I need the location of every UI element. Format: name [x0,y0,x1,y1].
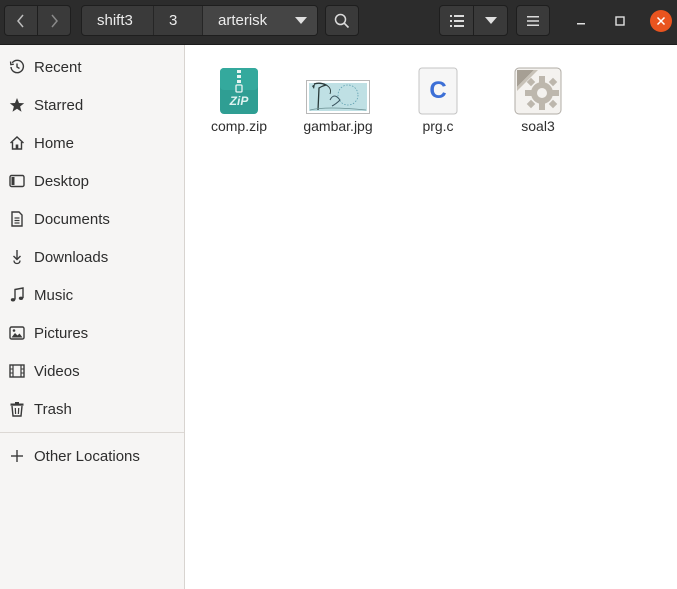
search-button[interactable] [325,5,359,36]
sidebar-item-starred[interactable]: Starred [0,86,184,124]
file-item[interactable]: soal3 [490,67,586,157]
star-icon [9,98,25,112]
hamburger-icon [527,15,539,26]
back-button[interactable] [4,5,38,36]
sidebar-item-label: Recent [34,58,82,76]
sidebar-item-label: Documents [34,210,110,228]
file-item[interactable]: ZiP comp.zip [191,67,287,157]
clock-icon [9,59,25,74]
music-icon [10,287,24,302]
home-icon [10,136,24,150]
svg-text:C: C [429,77,446,104]
file-item[interactable]: C prg.c [390,67,486,157]
close-icon [656,16,666,26]
sidebar-item-label: Other Locations [34,447,140,465]
download-icon [13,250,21,265]
sidebar-item-home[interactable]: Home [0,124,184,162]
breadcrumb: shift3 3 arterisk [81,5,318,36]
sidebar-item-label: Starred [34,96,84,114]
file-name: gambar.jpg [303,118,373,134]
sidebar-item-trash[interactable]: Trash [0,390,184,428]
sidebar: Recent Starred Home Desktop Documents Do… [0,45,185,589]
search-icon [334,13,350,28]
view-options-button[interactable] [473,5,508,36]
menu-button[interactable] [516,5,550,36]
sidebar-item-documents[interactable]: Documents [0,200,184,238]
header-bar: shift3 3 arterisk [0,0,677,45]
maximize-icon [615,16,625,26]
sidebar-item-label: Desktop [34,172,90,190]
sidebar-item-label: Home [34,134,75,152]
breadcrumb-item[interactable]: shift3 [82,6,154,35]
file-item[interactable]: gambar.jpg [290,67,386,157]
file-name: prg.c [422,118,454,134]
forward-button[interactable] [37,5,71,36]
file-view[interactable]: ZiP comp.zip gambar.jpg C prg.c soal3 [185,45,677,589]
minimize-icon [577,23,585,25]
sidebar-item-pictures[interactable]: Pictures [0,314,184,352]
chevron-left-icon [17,14,24,27]
sidebar-item-music[interactable]: Music [0,276,184,314]
sidebar-item-label: Trash [34,400,72,418]
zip-archive-icon: ZiP [220,68,258,114]
list-view-button[interactable] [439,5,474,36]
image-thumbnail-icon [306,80,370,114]
sidebar-item-label: Downloads [34,248,109,266]
sidebar-item-desktop[interactable]: Desktop [0,162,184,200]
executable-gear-icon [514,67,562,115]
close-button[interactable] [650,10,672,32]
sidebar-item-videos[interactable]: Videos [0,352,184,390]
svg-text:ZiP: ZiP [229,94,250,108]
sidebar-item-label: Pictures [34,324,89,342]
list-view-icon [449,14,464,27]
plus-icon [11,450,23,462]
sidebar-item-label: Videos [34,362,80,380]
caret-down-icon [484,16,497,24]
sidebar-item-downloads[interactable]: Downloads [0,238,184,276]
file-name: soal3 [521,118,555,134]
sidebar-divider [0,432,184,433]
picture-icon [9,326,25,340]
breadcrumb-item[interactable]: 3 [154,6,203,35]
document-icon [11,211,23,227]
sidebar-item-recent[interactable]: Recent [0,48,184,86]
chevron-right-icon [51,14,58,27]
file-name: comp.zip [210,118,268,134]
minimize-button[interactable] [570,10,592,32]
caret-down-icon [295,16,307,24]
trash-icon [10,402,24,417]
c-source-icon: C [418,67,458,115]
maximize-button[interactable] [609,10,631,32]
breadcrumb-item-current[interactable]: arterisk [203,6,317,35]
sidebar-item-other-locations[interactable]: Other Locations [0,437,184,475]
sidebar-item-label: Music [34,286,74,304]
desktop-icon [9,174,25,188]
video-icon [9,364,25,378]
